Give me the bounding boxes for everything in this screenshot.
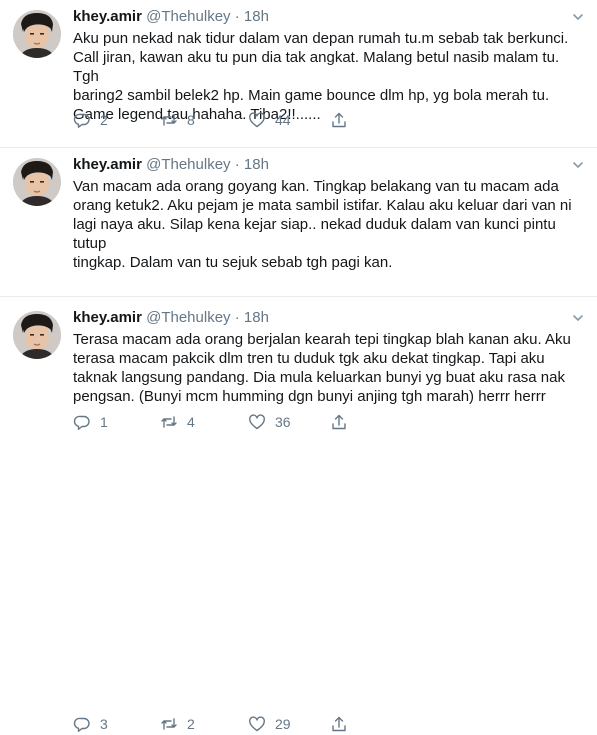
tweet-content: khey.amir @Thehulkey · 18h Aku pun nekad…: [73, 6, 587, 124]
reply-button[interactable]: 3: [73, 715, 160, 733]
chevron-down-icon[interactable]: [571, 10, 585, 24]
tweet-text: Terasa macam ada orang berjalan kearah t…: [73, 331, 571, 405]
chevron-down-icon[interactable]: [571, 311, 585, 325]
retweet-count: 8: [187, 112, 195, 128]
tweet-text: Van macam ada orang goyang kan. Tingkap …: [73, 178, 572, 271]
tweet-time[interactable]: 18h: [244, 8, 269, 25]
author-handle[interactable]: @Thehulkey: [146, 8, 230, 25]
reply-button[interactable]: 2: [73, 111, 160, 129]
author-name[interactable]: khey.amir: [73, 309, 142, 326]
tweet-thread: khey.amir @Thehulkey · 18h Aku pun nekad…: [0, 0, 597, 732]
reply-icon: [73, 717, 90, 732]
retweet-count: 2: [187, 716, 195, 732]
tweet-content: khey.amir @Thehulkey · 18h Van macam ada…: [73, 154, 587, 272]
tweet-time[interactable]: 18h: [244, 156, 269, 173]
separator-dot: ·: [234, 156, 240, 173]
tweet-header: khey.amir @Thehulkey · 18h: [73, 154, 587, 176]
tweet-header: khey.amir @Thehulkey · 18h: [73, 307, 587, 329]
like-button[interactable]: 44: [248, 111, 330, 129]
share-button[interactable]: [330, 111, 357, 129]
separator-dot: ·: [234, 8, 240, 25]
like-count: 44: [275, 112, 291, 128]
tweet[interactable]: khey.amir @Thehulkey · 18h Terasa macam …: [0, 297, 597, 732]
reply-icon: [73, 113, 90, 128]
retweet-icon: [161, 718, 177, 730]
reply-count: 2: [100, 112, 108, 128]
heart-icon: [249, 716, 265, 732]
share-icon: [332, 716, 346, 732]
tweet-header: khey.amir @Thehulkey · 18h: [73, 6, 587, 28]
share-button[interactable]: [330, 715, 357, 733]
retweet-button[interactable]: 8: [160, 111, 248, 129]
author-name[interactable]: khey.amir: [73, 8, 142, 25]
retweet-button[interactable]: 2: [160, 715, 248, 733]
author-handle[interactable]: @Thehulkey: [146, 156, 230, 173]
like-count: 29: [275, 716, 291, 732]
author-name[interactable]: khey.amir: [73, 156, 142, 173]
tweet-actions: 3 2 29: [73, 713, 357, 735]
retweet-icon: [161, 114, 177, 126]
like-button[interactable]: 29: [248, 715, 330, 733]
reply-count: 3: [100, 716, 108, 732]
avatar[interactable]: [13, 311, 61, 359]
avatar[interactable]: [13, 158, 61, 206]
heart-icon: [249, 112, 265, 128]
avatar[interactable]: [13, 10, 61, 58]
tweet[interactable]: khey.amir @Thehulkey · 18h Van macam ada…: [0, 148, 597, 430]
separator-dot: ·: [234, 309, 240, 326]
tweet-time[interactable]: 18h: [244, 309, 269, 326]
share-icon: [332, 112, 346, 128]
tweet-content: khey.amir @Thehulkey · 18h Terasa macam …: [73, 307, 587, 406]
tweet[interactable]: khey.amir @Thehulkey · 18h Aku pun nekad…: [0, 0, 597, 148]
tweet-actions: 2 8 44: [73, 109, 357, 131]
chevron-down-icon[interactable]: [571, 158, 585, 172]
author-handle[interactable]: @Thehulkey: [146, 309, 230, 326]
